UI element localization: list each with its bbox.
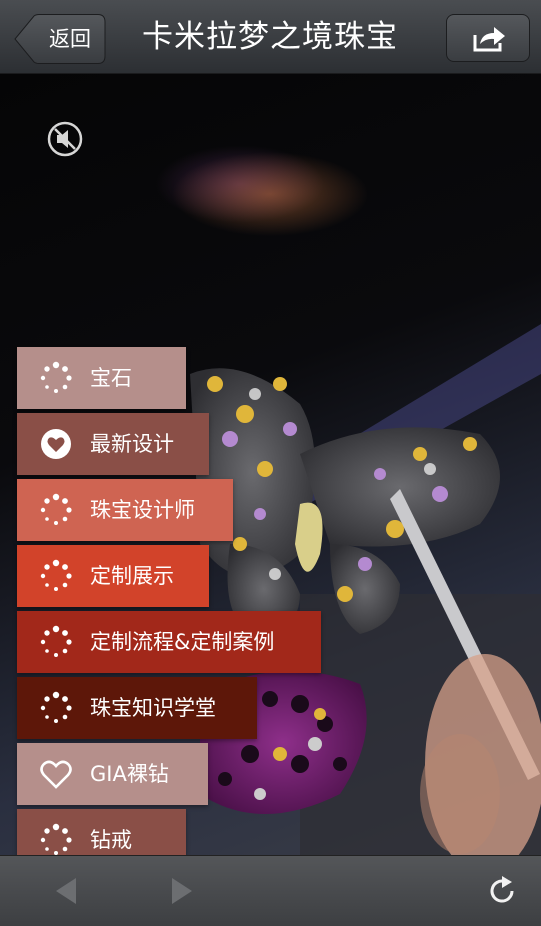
loading-dots-icon bbox=[40, 559, 72, 591]
share-icon bbox=[473, 27, 505, 52]
loading-dots-icon bbox=[40, 625, 72, 657]
menu-item-gemstone[interactable]: 宝石 bbox=[17, 347, 186, 409]
menu-item-jewelry-school[interactable]: 珠宝知识学堂 bbox=[17, 677, 257, 739]
loading-dots-icon bbox=[40, 823, 72, 855]
page-title: 卡米拉梦之境珠宝 bbox=[142, 19, 398, 55]
loading-dots-icon bbox=[40, 361, 72, 393]
menu-item-custom-process[interactable]: 定制流程&定制案例 bbox=[17, 611, 321, 673]
menu-item-label: 最新设计 bbox=[90, 432, 174, 456]
arrow-left-icon[interactable] bbox=[54, 876, 78, 906]
menu-item-latest-design[interactable]: 最新设计 bbox=[17, 413, 209, 475]
share-button[interactable] bbox=[446, 14, 530, 62]
speaker-muted-icon bbox=[47, 121, 83, 157]
loading-dots-icon bbox=[40, 493, 72, 525]
heart-outline-icon bbox=[40, 760, 72, 789]
reload-icon[interactable] bbox=[488, 876, 518, 906]
menu-item-label: 珠宝设计师 bbox=[90, 498, 195, 522]
menu-item-label: 钻戒 bbox=[90, 828, 132, 852]
browser-toolbar bbox=[0, 855, 541, 926]
audio-toggle-button[interactable] bbox=[46, 120, 84, 158]
menu-item-label: GIA裸钻 bbox=[90, 762, 169, 786]
menu-item-label: 珠宝知识学堂 bbox=[90, 696, 216, 720]
back-button-label: 返回 bbox=[49, 27, 91, 51]
menu-item-diamond-ring[interactable]: 钻戒 bbox=[17, 809, 186, 855]
menu-item-gia-diamond[interactable]: GIA裸钻 bbox=[17, 743, 208, 805]
menu-item-label: 定制流程&定制案例 bbox=[90, 630, 275, 654]
hero-image-area: 宝石 最新设计 珠宝设计师 定制展示 定制流程&定制案例 珠宝知识学堂 GIA裸… bbox=[0, 74, 541, 855]
menu-item-jewelry-designer[interactable]: 珠宝设计师 bbox=[17, 479, 233, 541]
back-button[interactable]: 返回 bbox=[14, 14, 106, 64]
loading-dots-icon bbox=[40, 691, 72, 723]
menu-item-label: 定制展示 bbox=[90, 564, 174, 588]
navigation-bar: 返回 卡米拉梦之境珠宝 bbox=[0, 0, 541, 74]
heart-icon bbox=[41, 429, 71, 459]
arrow-right-icon[interactable] bbox=[170, 876, 194, 906]
menu-item-custom-showcase[interactable]: 定制展示 bbox=[17, 545, 209, 607]
menu-item-label: 宝石 bbox=[90, 366, 132, 390]
